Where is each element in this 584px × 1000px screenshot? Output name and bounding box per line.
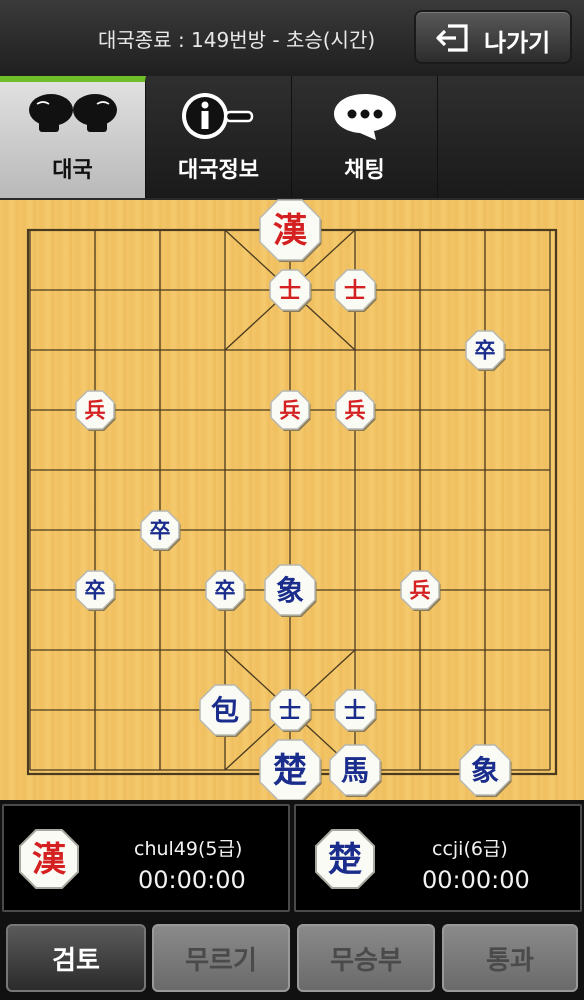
piece-red-soldier[interactable]: 兵 — [74, 389, 116, 431]
player-card-blue: 楚 ccji(6급) 00:00:00 — [294, 804, 582, 912]
player-panels: 漢 chul49(5급) 00:00:00 楚 ccji(6급) 00:00:0… — [0, 800, 584, 916]
piece-blue-horse[interactable]: 馬 — [328, 743, 382, 797]
exit-door-icon — [436, 24, 468, 52]
svg-text:楚: 楚 — [328, 840, 362, 880]
janggi-board[interactable]: 漢士士卒兵兵兵卒卒卒象兵包士士楚馬象 — [0, 198, 584, 802]
piece-glyph: 包 — [211, 694, 239, 727]
tab-game-info[interactable]: 대국정보 — [146, 76, 292, 198]
tab-game[interactable]: 대국 — [0, 76, 146, 198]
boxing-gloves-icon — [28, 94, 117, 132]
piece-blue-elephant[interactable]: 象 — [458, 743, 512, 797]
tab-game-label: 대국 — [52, 158, 93, 183]
pass-button[interactable]: 통과 — [442, 924, 578, 992]
piece-glyph: 卒 — [215, 578, 236, 603]
piece-red-soldier[interactable]: 兵 — [334, 389, 376, 431]
draw-button[interactable]: 무승부 — [297, 924, 435, 992]
info-icon — [181, 93, 253, 139]
piece-glyph: 兵 — [345, 398, 366, 423]
undo-button[interactable]: 무르기 — [152, 924, 290, 992]
piece-blue-soldier[interactable]: 卒 — [74, 569, 116, 611]
exit-button[interactable]: 나가기 — [414, 10, 572, 64]
piece-glyph: 馬 — [341, 754, 369, 787]
piece-glyph: 兵 — [280, 398, 301, 423]
tab-chat-label: 채팅 — [344, 158, 385, 183]
piece-blue-guard[interactable]: 士 — [333, 688, 377, 732]
piece-blue-soldier[interactable]: 卒 — [204, 569, 246, 611]
piece-red-guard[interactable]: 士 — [333, 268, 377, 312]
piece-red-soldier[interactable]: 兵 — [269, 389, 311, 431]
svg-text:漢: 漢 — [32, 840, 67, 880]
game-status-text: 대국종료 : 149번방 - 초승(시간) — [98, 28, 376, 52]
top-bar: 대국종료 : 149번방 - 초승(시간) 나가기 — [0, 0, 584, 76]
piece-blue-soldier[interactable]: 卒 — [464, 329, 506, 371]
player-time-red: 00:00:00 — [138, 866, 246, 894]
player-name-red: chul49(5급) — [134, 838, 243, 860]
piece-glyph: 士 — [279, 278, 301, 304]
exit-button-label: 나가기 — [484, 29, 551, 57]
piece-blue-elephant[interactable]: 象 — [263, 563, 317, 617]
piece-glyph: 卒 — [85, 578, 106, 603]
cho-piece-icon: 楚 — [315, 829, 375, 889]
han-piece-icon: 漢 — [19, 829, 79, 889]
player-name-blue: ccji(6급) — [432, 838, 508, 860]
piece-blue-cannon[interactable]: 包 — [198, 683, 252, 737]
piece-blue-guard[interactable]: 士 — [268, 688, 312, 732]
piece-glyph: 兵 — [85, 398, 106, 423]
piece-glyph: 卒 — [150, 518, 171, 543]
tab-game-info-label: 대국정보 — [178, 158, 259, 183]
piece-red-king[interactable]: 漢 — [258, 198, 322, 262]
piece-glyph: 士 — [344, 698, 366, 724]
piece-glyph: 象 — [471, 754, 499, 787]
tab-bar: 대국 대국정보 채팅 — [0, 76, 584, 202]
piece-glyph: 卒 — [475, 338, 496, 363]
piece-glyph: 兵 — [410, 578, 431, 603]
piece-glyph: 士 — [279, 698, 301, 724]
piece-blue-king[interactable]: 楚 — [258, 738, 322, 802]
piece-glyph: 楚 — [273, 751, 307, 791]
piece-red-soldier[interactable]: 兵 — [399, 569, 441, 611]
player-time-blue: 00:00:00 — [422, 866, 530, 894]
player-card-red: 漢 chul49(5급) 00:00:00 — [2, 804, 290, 912]
tab-chat[interactable]: 채팅 — [292, 76, 438, 198]
action-bar: 검토 무르기 무승부 통과 — [0, 916, 584, 1000]
piece-glyph: 象 — [276, 574, 304, 607]
tab-empty — [438, 76, 584, 198]
chat-bubble-icon — [333, 94, 396, 140]
piece-glyph: 士 — [344, 278, 366, 304]
piece-glyph: 漢 — [273, 211, 308, 251]
piece-blue-soldier[interactable]: 卒 — [139, 509, 181, 551]
piece-red-guard[interactable]: 士 — [268, 268, 312, 312]
review-button[interactable]: 검토 — [6, 924, 146, 992]
